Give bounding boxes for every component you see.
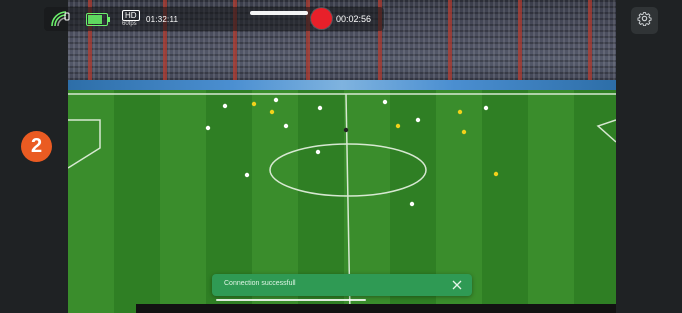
quality-badge: HD: [122, 10, 140, 21]
record-button[interactable]: [311, 8, 332, 29]
stream-time: 01:32:11: [146, 15, 179, 24]
home-indicator: [216, 299, 366, 301]
gear-icon: [637, 11, 652, 31]
camera-preview: [68, 0, 616, 313]
step-number-badge: 2: [21, 131, 52, 162]
record-time: 00:02:56: [336, 14, 372, 24]
connection-toast: Connection successfull: [212, 274, 472, 296]
settings-button[interactable]: [631, 7, 658, 34]
right-side-panel: [616, 0, 682, 313]
signal-icon: [50, 10, 72, 28]
recording-progress-bar: [250, 11, 308, 15]
feed-bottom-edge: [136, 304, 616, 313]
toast-message: Connection successfull: [224, 280, 296, 287]
battery-icon: [86, 13, 110, 26]
status-bar: HD 60fps 01:32:11 00:02:56: [44, 7, 384, 31]
close-icon[interactable]: [449, 277, 465, 293]
advertising-board: [68, 80, 616, 90]
frame-rate: 60fps: [122, 21, 137, 27]
battery-level-fill: [88, 15, 102, 24]
